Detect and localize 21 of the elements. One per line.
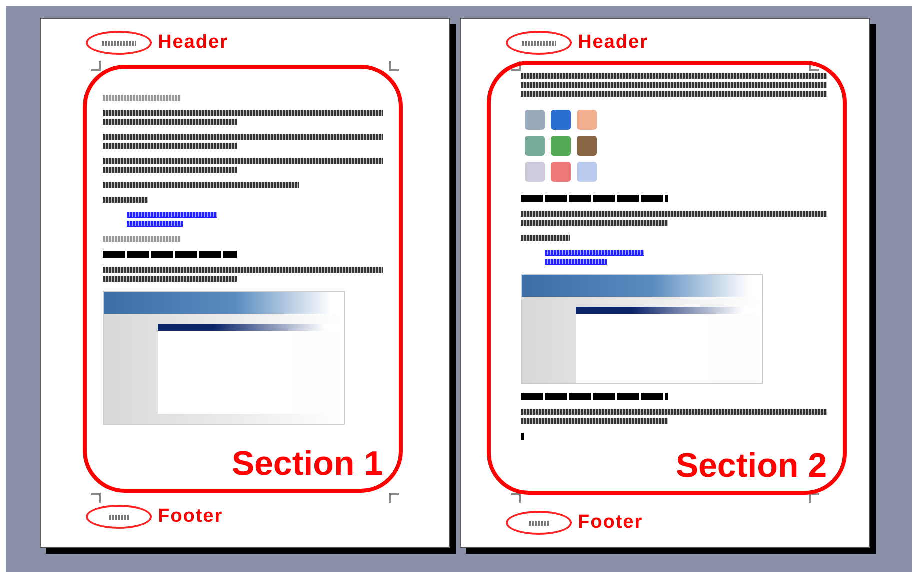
header-oval bbox=[86, 31, 152, 55]
redacted-text bbox=[521, 235, 570, 241]
header-oval bbox=[506, 31, 572, 55]
crop-mark bbox=[389, 493, 399, 503]
redacted-link[interactable] bbox=[545, 250, 644, 256]
footer-oval bbox=[86, 505, 152, 529]
text-cursor bbox=[521, 433, 524, 440]
redacted-link[interactable] bbox=[127, 221, 184, 227]
section-label: Section 2 bbox=[676, 449, 827, 483]
section-label: Section 1 bbox=[232, 447, 383, 481]
crop-mark bbox=[91, 493, 101, 503]
crop-mark bbox=[809, 493, 819, 503]
footer-label: Footer bbox=[158, 506, 224, 528]
header-label: Header bbox=[158, 32, 228, 54]
header-label: Header bbox=[578, 32, 648, 54]
redacted-link[interactable] bbox=[545, 259, 608, 265]
redacted-text bbox=[103, 197, 148, 203]
footer-oval bbox=[506, 511, 572, 535]
redacted-link[interactable] bbox=[127, 212, 217, 218]
crop-mark bbox=[511, 493, 521, 503]
footer-label: Footer bbox=[578, 512, 644, 534]
